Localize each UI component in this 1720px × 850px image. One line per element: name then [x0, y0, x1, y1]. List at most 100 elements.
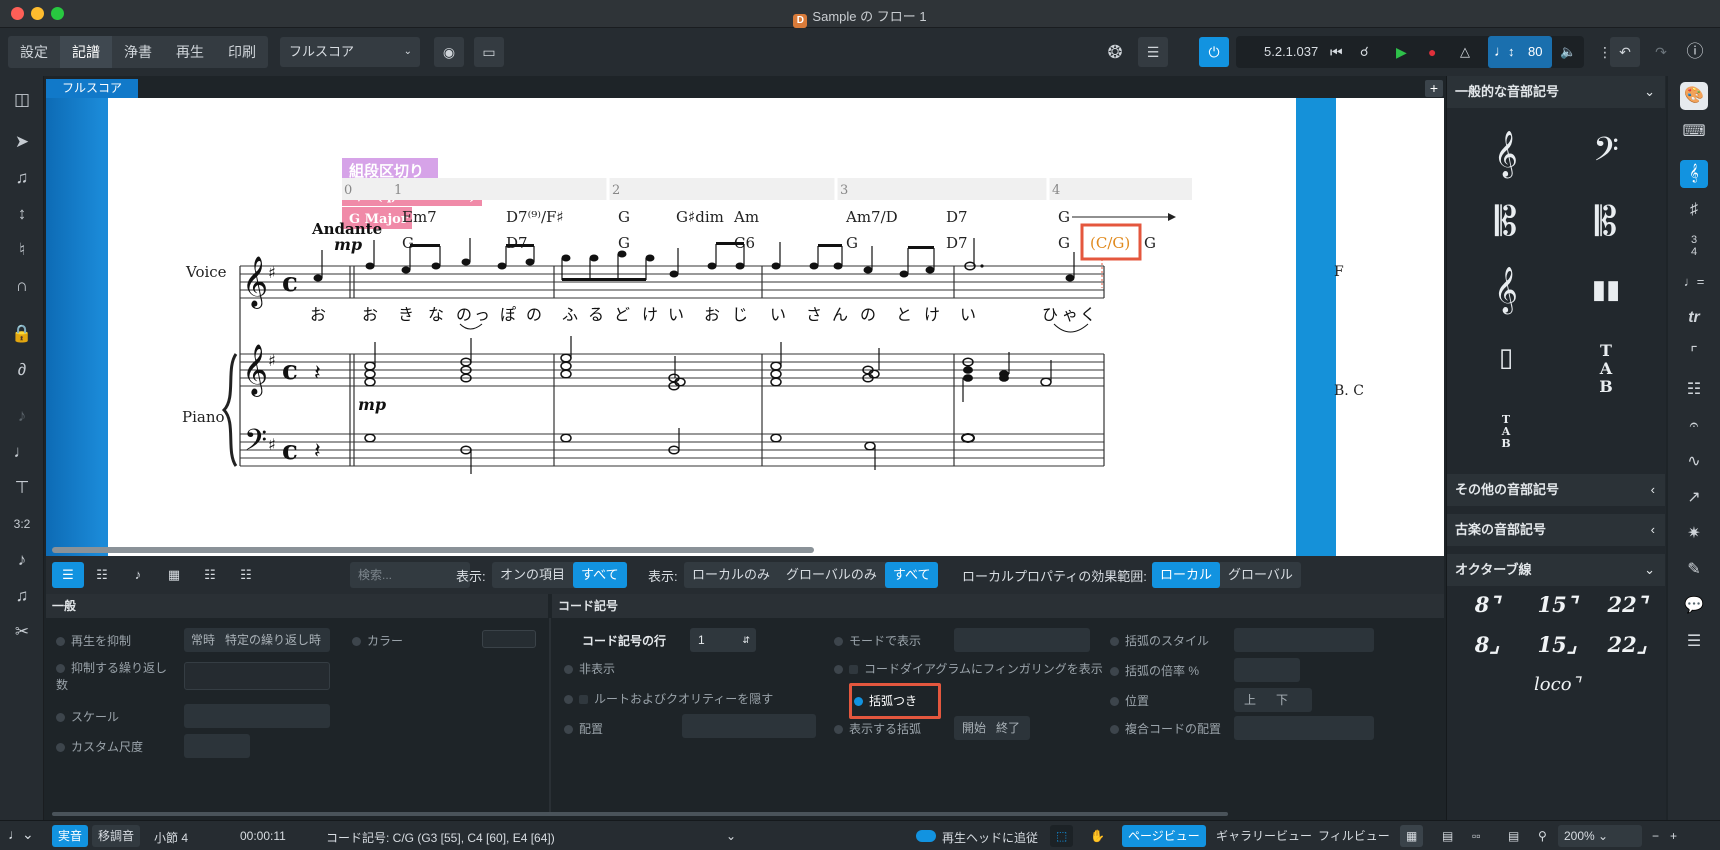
tab-clef-icon[interactable]: TAB — [1571, 330, 1641, 396]
chord-symbol[interactable]: G — [402, 234, 414, 252]
zoom-select[interactable]: 200% ⌄ — [1558, 825, 1642, 847]
prop-show-brackets[interactable]: 表示する括弧 — [834, 720, 921, 737]
group-general[interactable]: 一般 — [46, 594, 548, 618]
panel-section-other-clefs[interactable]: その他の音部記号 ‹ — [1447, 474, 1665, 506]
octave-15mb-icon[interactable]: 15⌟ — [1527, 632, 1587, 662]
follow-toggle[interactable] — [916, 830, 936, 842]
pages-row-icon[interactable]: ▫▫ — [1466, 825, 1487, 847]
toggle-dot[interactable] — [1110, 697, 1119, 706]
palette-icon[interactable]: 🎨 — [1680, 82, 1708, 110]
toggle-dot[interactable] — [1110, 725, 1119, 734]
suppress-option[interactable]: 特定の繰り返し時 — [222, 633, 324, 647]
chord-row-stepper[interactable]: 1 ⇵ — [690, 628, 756, 652]
record-icon[interactable]: ● — [1428, 36, 1436, 68]
piano-icon[interactable]: ☷ — [84, 562, 120, 588]
chord-symbol[interactable]: Am — [733, 208, 759, 226]
position-option[interactable]: 上 — [1234, 693, 1266, 707]
comment-icon[interactable]: 💬 — [1680, 592, 1708, 620]
scissors-icon[interactable]: ✂ — [8, 618, 36, 646]
toggle-dot[interactable] — [564, 725, 573, 734]
toggle-dot[interactable] — [56, 743, 65, 752]
chord-symbol[interactable]: D7⁽⁹⁾/F♯ — [506, 208, 564, 226]
chord-symbol[interactable]: Am7/D — [845, 208, 898, 226]
fill-view-button[interactable]: フィルビュー — [1312, 825, 1396, 847]
bass-clef[interactable]: 𝄢 — [244, 424, 267, 465]
rest-icon[interactable]: ⊤ — [8, 474, 36, 502]
speaker-icon[interactable]: 🔈 — [1560, 36, 1576, 68]
zoom-in-button[interactable]: + — [1664, 825, 1683, 847]
octave-8va-icon[interactable]: 8⌝ — [1457, 592, 1517, 622]
mode-write[interactable]: 記譜 — [60, 36, 112, 68]
chord-symbol[interactable]: D7 — [506, 234, 528, 252]
keyboard-icon[interactable]: ⌨ — [1680, 118, 1708, 146]
loop-icon[interactable]: ☌ — [1360, 36, 1369, 68]
note-value-icon[interactable]: ♩⌄ — [8, 826, 34, 843]
percussion-clef-icon[interactable]: ▮▮ — [1571, 262, 1641, 318]
prop-suppress-playback[interactable]: 再生を抑制 — [56, 632, 131, 649]
key-signature-icon[interactable]: ♯ — [1680, 196, 1708, 224]
treble-clef-icon[interactable]: 𝄞 — [1471, 126, 1541, 182]
redo-icon[interactable]: ↷ — [1646, 37, 1676, 67]
checklist-icon[interactable]: ☰ — [1680, 628, 1708, 656]
piano-quarter-chords[interactable] — [963, 366, 1009, 382]
piano-half-chords[interactable] — [364, 353, 1052, 391]
chord-symbol[interactable]: G — [618, 234, 630, 252]
power-icon[interactable]: ⏻ — [1199, 37, 1229, 67]
filter-option[interactable]: オンの項目 — [492, 562, 573, 588]
toggle-dot[interactable] — [834, 725, 843, 734]
treble-clef[interactable]: 𝄞 — [242, 344, 268, 397]
octave-15ma-icon[interactable]: 15⌝ — [1527, 592, 1587, 622]
treble-clef[interactable]: 𝄞 — [242, 256, 268, 309]
quarter-rest[interactable]: 𝄽 — [314, 439, 321, 464]
checkbox[interactable] — [579, 695, 588, 704]
selected-chord-symbol[interactable]: (C/G) — [1090, 234, 1130, 252]
chord-input-icon[interactable]: ♮ — [8, 236, 36, 264]
bass-half-notes[interactable] — [364, 433, 876, 455]
percussion-box-clef-icon[interactable]: ▯ — [1471, 330, 1541, 386]
tenor-clef-icon[interactable]: 𝄡 — [1571, 194, 1641, 250]
page-view-button[interactable]: ページビュー — [1122, 825, 1206, 847]
toggle-dot[interactable] — [1110, 667, 1119, 676]
hand-tool-icon[interactable]: ✋ — [1084, 825, 1111, 847]
glissando-icon[interactable]: ∿ — [1680, 448, 1708, 476]
mixer-icon[interactable]: ☷ — [192, 562, 228, 588]
page-layout-icon[interactable]: ▤ — [1436, 825, 1459, 847]
filter-option[interactable]: すべて — [884, 562, 939, 588]
layout-select[interactable]: フルスコア ⌄ — [280, 37, 420, 67]
prop-color[interactable]: カラー — [352, 632, 403, 649]
insert-icon[interactable]: ↕ — [8, 200, 36, 228]
show-mode-field[interactable] — [954, 628, 1090, 652]
chord-symbol[interactable]: Em7 — [402, 208, 437, 226]
quarter-rest[interactable]: 𝄽 — [314, 361, 321, 386]
stepper-icon[interactable]: ⇵ — [742, 628, 750, 652]
spread-icon[interactable]: ▦ — [1400, 825, 1424, 847]
prop-bracket-style[interactable]: 括弧のスタイル — [1110, 632, 1209, 649]
placement-field[interactable] — [682, 714, 816, 738]
chord-symbol[interactable]: G — [846, 234, 858, 252]
bracket-style-field[interactable] — [1234, 628, 1374, 652]
scale-field[interactable] — [184, 704, 330, 728]
select-arrow-icon[interactable]: ➤ — [8, 128, 36, 156]
prop-hidden[interactable]: 非表示 — [564, 660, 615, 677]
lock-icon[interactable]: 🔒 — [8, 320, 36, 348]
properties-scrollbar[interactable] — [52, 812, 1228, 816]
properties-search-input[interactable]: 検索... — [350, 562, 470, 588]
prop-bracket-scale[interactable]: 括弧の倍率 % — [1110, 662, 1199, 679]
position-option[interactable]: 下 — [1266, 693, 1298, 707]
panel-section-ancient-clefs[interactable]: 古楽の音部記号 ‹ — [1447, 514, 1665, 546]
prop-show-fingering[interactable]: コードダイアグラムにフィンガリングを表示 — [834, 660, 1103, 677]
repeat-ending-icon[interactable]: ⌜ — [1680, 340, 1708, 368]
score-horizontal-scrollbar[interactable] — [52, 547, 814, 553]
chord-symbol[interactable]: D7 — [946, 208, 968, 226]
toggle-dot[interactable] — [1110, 637, 1119, 646]
prop-placement[interactable]: 配置 — [564, 720, 603, 737]
prop-position[interactable]: 位置 — [1110, 692, 1149, 709]
suppress-option[interactable]: 常時 — [184, 633, 222, 647]
octave-loco-icon[interactable]: loco⌝ — [1517, 674, 1597, 704]
octave-22mb-icon[interactable]: 22⌟ — [1597, 632, 1657, 662]
zoom-out-button[interactable]: − — [1646, 825, 1665, 847]
octave-22ma-icon[interactable]: 22⌝ — [1597, 592, 1657, 622]
chord-symbol[interactable]: G — [1058, 208, 1070, 226]
suppress-repeats-field[interactable] — [184, 662, 330, 690]
mode-setup[interactable]: 設定 — [8, 36, 60, 68]
